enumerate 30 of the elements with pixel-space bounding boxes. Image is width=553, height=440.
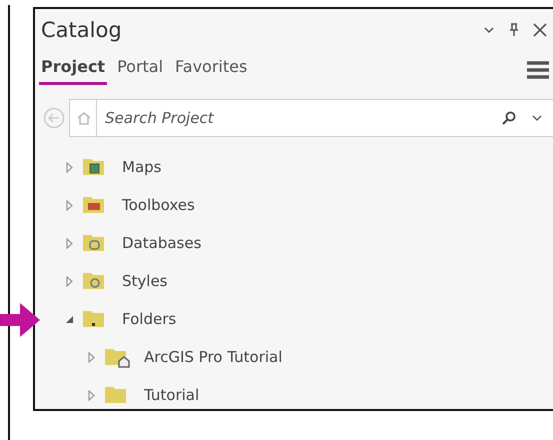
- expand-icon[interactable]: [87, 352, 96, 362]
- tree-item[interactable]: Styles: [122, 272, 168, 290]
- tab[interactable]: Favorites: [173, 55, 250, 85]
- tab[interactable]: Project: [39, 55, 108, 85]
- tree-item[interactable]: Databases: [122, 234, 202, 252]
- tree-item[interactable]: Folders: [122, 310, 176, 328]
- back-icon[interactable]: [43, 107, 65, 129]
- close-icon[interactable]: [533, 23, 547, 37]
- search-bar[interactable]: Search Project: [69, 99, 553, 137]
- dropdown-icon[interactable]: [483, 26, 495, 34]
- search-icon[interactable]: [502, 111, 516, 125]
- caret-icon[interactable]: [532, 114, 542, 122]
- expand-icon[interactable]: [65, 200, 74, 210]
- panel-title: Catalog: [41, 18, 122, 42]
- expand-icon[interactable]: [65, 162, 74, 172]
- menu-icon[interactable]: [527, 61, 549, 79]
- expand-icon[interactable]: [65, 238, 74, 248]
- tree-item[interactable]: ArcGIS Pro Tutorial: [144, 348, 282, 366]
- folder-icon: [104, 346, 130, 368]
- tab[interactable]: Portal: [115, 55, 166, 85]
- pin-icon[interactable]: [509, 23, 519, 37]
- tree-item[interactable]: Tutorial: [144, 386, 200, 404]
- home-icon[interactable]: [76, 110, 92, 126]
- expand-icon[interactable]: [65, 276, 74, 286]
- pointer-arrow: [0, 303, 40, 337]
- tree-item[interactable]: Toolboxes: [122, 196, 195, 214]
- collapse-icon[interactable]: [65, 314, 74, 324]
- expand-icon[interactable]: [87, 390, 96, 400]
- search-field[interactable]: Search Project: [96, 100, 486, 136]
- tree-item[interactable]: Maps: [122, 158, 162, 176]
